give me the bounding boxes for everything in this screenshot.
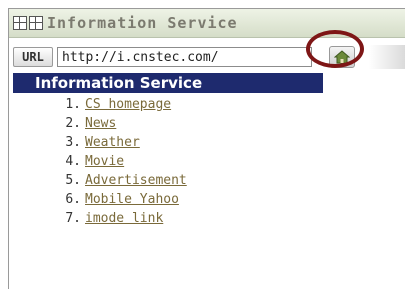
item-number: 1. — [65, 97, 81, 112]
grid-icon — [13, 16, 27, 30]
menu-link-weather[interactable]: Weather — [85, 135, 140, 150]
menu-link-imode-link[interactable]: imode link — [85, 211, 163, 226]
list-item: 7. imode link — [49, 209, 187, 228]
item-number: 4. — [65, 154, 81, 169]
page-header: Information Service — [13, 73, 323, 93]
list-item: 6. Mobile Yahoo — [49, 190, 187, 209]
menu-link-movie[interactable]: Movie — [85, 154, 124, 169]
browser-screen: Information Service URL Information Serv… — [8, 8, 405, 289]
address-bar: URL — [9, 45, 405, 69]
menu-link-cs-homepage[interactable]: CS homepage — [85, 97, 171, 112]
menu-link-news[interactable]: News — [85, 116, 116, 131]
list-item: 5. Advertisement — [49, 171, 187, 190]
item-number: 6. — [65, 192, 81, 207]
home-button[interactable] — [329, 46, 355, 68]
title-bar: Information Service — [9, 9, 405, 38]
grid-icon — [29, 16, 43, 30]
menu-link-advertisement[interactable]: Advertisement — [85, 173, 187, 188]
list-item: 4. Movie — [49, 152, 187, 171]
list-item: 3. Weather — [49, 133, 187, 152]
url-input[interactable] — [57, 47, 312, 67]
item-number: 3. — [65, 135, 81, 150]
menu-link-mobile-yahoo[interactable]: Mobile Yahoo — [85, 192, 179, 207]
item-number: 7. — [65, 211, 81, 226]
item-number: 2. — [65, 116, 81, 131]
list-item: 1. CS homepage — [49, 95, 187, 114]
home-icon — [334, 50, 350, 64]
item-number: 5. — [65, 173, 81, 188]
service-menu: 1. CS homepage 2. News 3. Weather 4. Movie 5… — [49, 95, 187, 228]
list-item: 2. News — [49, 114, 187, 133]
url-button[interactable]: URL — [13, 47, 53, 67]
toolbar-shading — [369, 45, 405, 69]
window-title: Information Service — [47, 14, 238, 32]
